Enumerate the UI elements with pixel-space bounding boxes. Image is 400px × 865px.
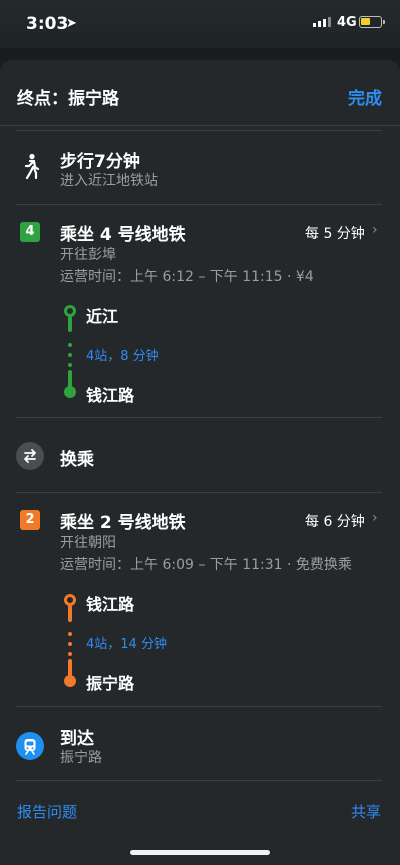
sheet-header: 终点：振宁路 完成 — [0, 60, 400, 126]
line-2-to-station: 振宁路 — [86, 674, 135, 693]
line-2-title: 乘坐 2 号线地铁 — [60, 513, 186, 533]
walk-icon — [20, 153, 42, 183]
directions-sheet: 终点：振宁路 完成 步行7分钟 进入近江地铁站 4 乘坐 4 号线地铁 每 5 … — [0, 60, 400, 865]
divider — [16, 130, 382, 131]
home-indicator[interactable] — [130, 850, 270, 855]
line-2-stop-dot — [68, 642, 72, 646]
network-label: 4G — [337, 15, 357, 30]
battery-icon — [359, 16, 385, 28]
walk-title: 步行7分钟 — [60, 152, 140, 172]
line-2-badge: 2 — [20, 510, 40, 530]
line-4-direction: 开往彭埠 — [60, 247, 116, 263]
line-2-stops[interactable]: 4站，14 分钟 — [86, 633, 167, 652]
line-4-stop-dot — [68, 363, 72, 367]
line-2-hours: 运营时间：上午 6:09 – 下午 11:31 · 免费换乘 — [60, 557, 352, 573]
divider — [16, 204, 382, 205]
line-4-title: 乘坐 4 号线地铁 — [60, 225, 186, 245]
line-2-stop-dot — [68, 652, 72, 656]
line-4-to-station: 钱江路 — [86, 386, 135, 405]
line-4-segment — [68, 316, 72, 332]
line-2-end-node — [64, 675, 76, 687]
line-4-from-station: 近江 — [86, 307, 119, 326]
line-4-end-node — [64, 386, 76, 398]
line-2-from-station: 钱江路 — [86, 595, 135, 614]
line-2-frequency: 每 6 分钟 — [305, 514, 365, 530]
line-2-direction: 开往朝阳 — [60, 535, 116, 551]
line-4-stop-dot — [68, 343, 72, 347]
line-2-stop-dot — [68, 632, 72, 636]
transfer-title: 换乘 — [60, 450, 94, 470]
divider — [16, 706, 382, 707]
share-link[interactable]: 共享 — [351, 801, 381, 822]
line-4-badge: 4 — [20, 222, 40, 242]
done-button[interactable]: 完成 — [348, 84, 382, 109]
status-bar: 3:03 ➤ 4G — [0, 0, 400, 48]
line-4-frequency: 每 5 分钟 — [305, 226, 365, 242]
chevron-right-icon: › — [372, 222, 378, 238]
divider — [16, 417, 382, 418]
signal-icon — [313, 17, 331, 27]
line-4-hours: 运营时间：上午 6:12 – 下午 11:15 · ¥4 — [60, 269, 314, 285]
line-4-stops[interactable]: 4站，8 分钟 — [86, 345, 159, 364]
line-2-segment — [68, 605, 72, 622]
chevron-right-icon: › — [372, 510, 378, 526]
divider — [16, 780, 382, 781]
train-icon — [16, 732, 44, 760]
arrive-title: 到达 — [60, 729, 94, 749]
transfer-icon — [16, 442, 44, 470]
report-issue-link[interactable]: 报告问题 — [17, 801, 77, 822]
status-time: 3:03 — [26, 14, 69, 34]
walk-subtitle: 进入近江地铁站 — [60, 173, 158, 189]
location-arrow-icon: ➤ — [66, 16, 77, 31]
line-4-stop-dot — [68, 353, 72, 357]
arrive-subtitle: 振宁路 — [60, 750, 102, 766]
divider — [16, 492, 382, 493]
destination-title: 终点：振宁路 — [17, 89, 119, 109]
